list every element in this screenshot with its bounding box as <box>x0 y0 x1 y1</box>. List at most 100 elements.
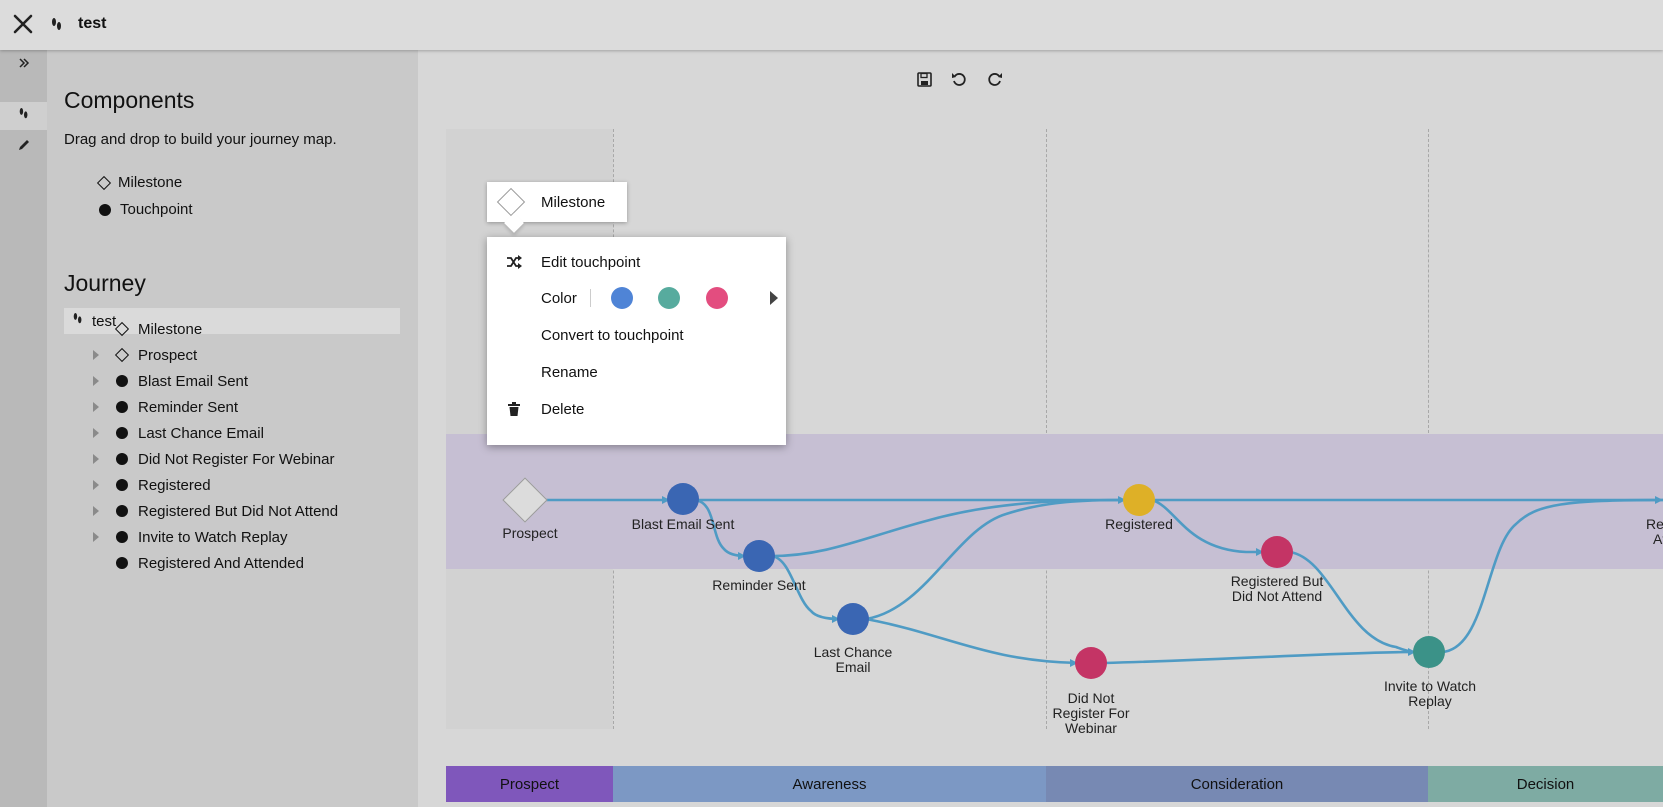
context-menu: Edit touchpoint Color Convert to touchpo… <box>487 237 786 445</box>
tree-item-blast-email-sent[interactable]: Blast Email Sent <box>93 370 248 392</box>
tree-item-label: Blast Email Sent <box>138 372 249 390</box>
node-label: Replay <box>1408 693 1452 709</box>
menu-item-label: Convert to touchpoint <box>541 326 684 344</box>
components-subtitle: Drag and drop to build your journey map. <box>64 131 337 148</box>
node-label-partial: Regis <box>1646 516 1663 532</box>
components-heading: Components <box>64 87 195 113</box>
menu-separator <box>590 289 591 307</box>
tree-item-registered[interactable]: Registered <box>93 474 211 496</box>
node-label-partial: At <box>1653 531 1663 547</box>
footsteps-icon <box>50 16 64 34</box>
node-label: Did Not Attend <box>1231 588 1323 604</box>
color-swatch-pink[interactable] <box>706 287 728 309</box>
pencil-icon[interactable] <box>13 134 35 156</box>
expand-triangle-icon[interactable] <box>93 402 99 412</box>
save-icon[interactable] <box>913 68 935 90</box>
journey-heading: Journey <box>64 270 146 296</box>
tree-item-last-chance-email[interactable]: Last Chance Email <box>93 422 264 444</box>
tree-item-invite-replay[interactable]: Invite to Watch Replay <box>93 526 288 548</box>
expand-triangle-icon[interactable] <box>93 506 99 516</box>
rail-journey-tab[interactable] <box>0 102 47 130</box>
menu-item-delete[interactable]: Delete <box>487 391 786 427</box>
menu-item-edit-touchpoint[interactable]: Edit touchpoint <box>487 244 786 280</box>
dot-icon <box>116 479 128 491</box>
menu-item-label: Edit touchpoint <box>541 253 641 271</box>
tree-item-label: Registered And Attended <box>138 554 304 572</box>
component-label: Milestone <box>118 174 183 191</box>
stage-consideration[interactable]: Consideration <box>1046 766 1428 802</box>
touchpoint-last-chance-email[interactable] <box>837 603 869 635</box>
tree-item-label: Reminder Sent <box>138 398 239 416</box>
tooltip-label: Milestone <box>541 193 606 211</box>
dot-icon <box>116 505 128 517</box>
expand-triangle-icon[interactable] <box>93 376 99 386</box>
touchpoint-invite-replay[interactable] <box>1413 636 1445 668</box>
expand-triangle-icon[interactable] <box>93 480 99 490</box>
expand-triangle-icon[interactable] <box>93 454 99 464</box>
component-touchpoint[interactable]: Touchpoint <box>99 201 193 218</box>
tree-item-prospect[interactable]: Prospect <box>93 344 197 366</box>
redo-icon[interactable] <box>984 68 1006 90</box>
node-label: Blast Email Sent <box>631 516 735 532</box>
diamond-icon <box>114 347 130 363</box>
stage-label: Prospect <box>499 775 560 793</box>
tree-item-registered-attended[interactable]: Registered And Attended <box>93 552 304 574</box>
tree-item-did-not-register[interactable]: Did Not Register For Webinar <box>93 448 334 470</box>
side-panel: Components Drag and drop to build your j… <box>47 50 418 807</box>
menu-item-rename[interactable]: Rename <box>487 354 786 390</box>
milestone-drag-tooltip: Milestone <box>487 182 627 222</box>
node-label: Reminder Sent <box>712 577 806 593</box>
expand-triangle-icon[interactable] <box>93 428 99 438</box>
expand-triangle-icon[interactable] <box>93 350 99 360</box>
triangle-right-icon[interactable] <box>770 291 778 305</box>
left-rail <box>0 50 47 807</box>
stage-label: Consideration <box>1190 775 1284 793</box>
node-label: Registered But <box>1230 573 1324 589</box>
stage-awareness[interactable]: Awareness <box>613 766 1046 802</box>
stage-label: Decision <box>1516 775 1575 793</box>
dot-icon <box>99 203 111 216</box>
stage-label: Awareness <box>792 775 867 793</box>
color-swatch-blue[interactable] <box>611 287 633 309</box>
journey-board: Prospect Blast Email Sent Reminder Sent … <box>446 129 1663 807</box>
dot-icon <box>116 375 128 387</box>
node-label: Webinar <box>1065 720 1117 736</box>
tree-item-label: Registered But Did Not Attend <box>138 502 339 520</box>
expand-chevrons-icon[interactable] <box>13 52 35 74</box>
touchpoint-links <box>536 496 1663 667</box>
touchpoint-registered[interactable] <box>1123 484 1155 516</box>
touchpoint-registered-not-attend[interactable] <box>1261 536 1293 568</box>
tree-item-reminder-sent[interactable]: Reminder Sent <box>93 396 238 418</box>
close-icon[interactable] <box>10 11 36 37</box>
dot-icon <box>116 401 128 413</box>
shuffle-icon <box>487 255 541 269</box>
diamond-icon <box>496 187 526 217</box>
expand-triangle-icon[interactable] <box>93 532 99 542</box>
stage-prospect[interactable]: Prospect <box>446 766 613 802</box>
node-label: Prospect <box>502 525 558 541</box>
undo-icon[interactable] <box>948 68 970 90</box>
dot-icon <box>116 427 128 439</box>
touchpoint-reminder-sent[interactable] <box>743 540 775 572</box>
node-label: Invite to Watch <box>1383 678 1477 694</box>
tree-item-label: Did Not Register For Webinar <box>138 450 335 468</box>
component-milestone[interactable]: Milestone <box>96 174 183 191</box>
node-label: Did Not <box>1067 690 1115 706</box>
tree-item-label: Registered <box>138 476 211 494</box>
menu-item-convert[interactable]: Convert to touchpoint <box>487 317 786 353</box>
node-label: Email <box>835 659 871 675</box>
node-label: Register For <box>1052 705 1130 721</box>
color-swatch-teal[interactable] <box>658 287 680 309</box>
touchpoint-blast-email-sent[interactable] <box>667 483 699 515</box>
dot-icon <box>116 453 128 465</box>
tree-item-registered-not-attend[interactable]: Registered But Did Not Attend <box>93 500 338 522</box>
tree-item-label: Milestone <box>138 320 203 338</box>
diamond-icon <box>114 321 130 337</box>
touchpoint-did-not-register[interactable] <box>1075 647 1107 679</box>
dot-icon <box>116 531 128 543</box>
tree-item-milestone[interactable]: Milestone <box>93 318 202 340</box>
menu-item-label: Delete <box>541 400 585 418</box>
journey-title: test <box>78 15 107 32</box>
trash-icon <box>487 402 541 416</box>
stage-decision[interactable]: Decision <box>1428 766 1663 802</box>
